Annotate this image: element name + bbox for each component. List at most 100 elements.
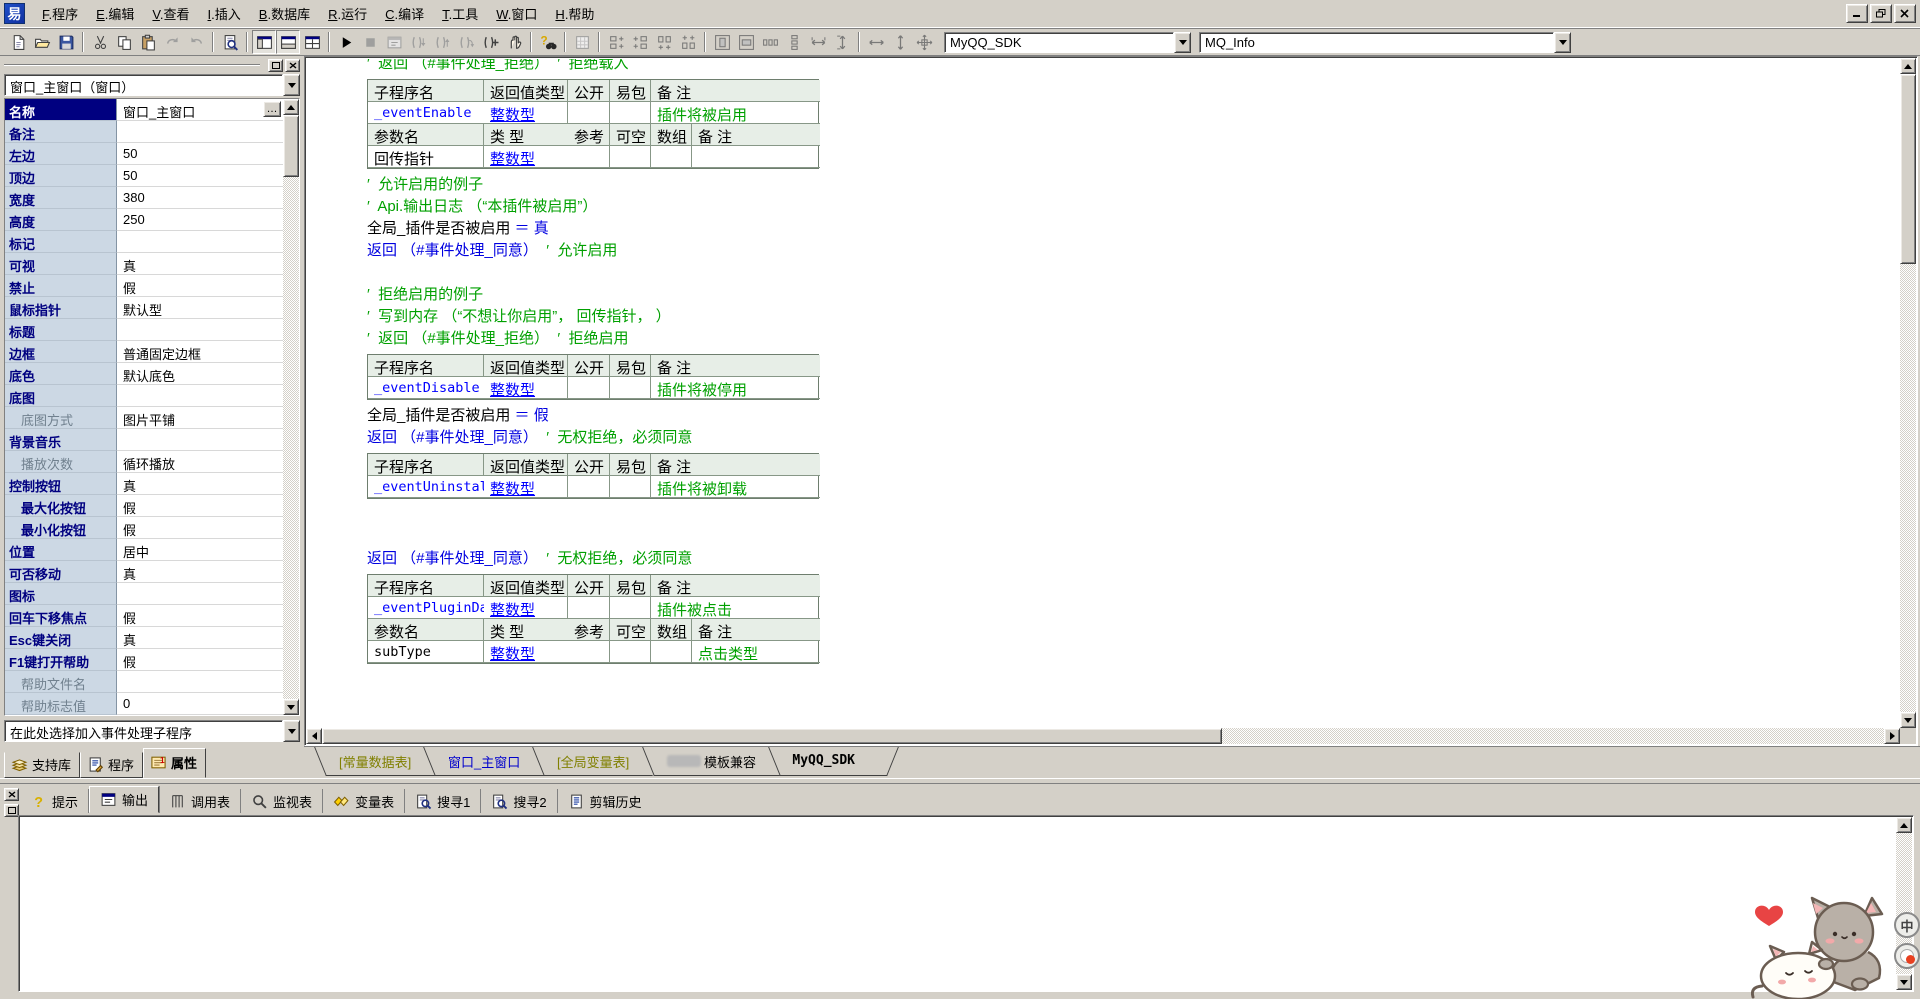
scroll-down-button[interactable]	[283, 699, 299, 715]
find-in-files-button[interactable]	[218, 30, 242, 54]
property-row-控制按钮[interactable]: 控制按钮真	[5, 473, 283, 495]
property-value[interactable]: 真	[117, 561, 283, 583]
tab-支持库[interactable]: 支持库	[4, 752, 80, 778]
module-combo-dropdown[interactable]	[1554, 32, 1571, 53]
scroll-left-button[interactable]	[306, 728, 322, 744]
bottom-tab-搜寻1[interactable]: 搜寻1	[405, 789, 481, 813]
property-row-回车下移焦点[interactable]: 回车下移焦点假	[5, 605, 283, 627]
ellipsis-button[interactable]: …	[263, 101, 281, 117]
open-file-button[interactable]	[30, 30, 54, 54]
property-row-宽度[interactable]: 宽度380	[5, 187, 283, 209]
bottom-tab-提示[interactable]: ?提示	[20, 789, 89, 813]
form-designer-button[interactable]	[570, 30, 594, 54]
scroll-down-button[interactable]	[1900, 712, 1916, 728]
panel-grip[interactable]	[2, 58, 302, 72]
public-cell[interactable]	[568, 102, 610, 124]
note-cell[interactable]: 插件被点击	[651, 597, 820, 619]
subroutine-name-cell[interactable]: _eventEnable	[368, 102, 484, 124]
align-right-edges-button[interactable]	[628, 30, 652, 54]
code-comment-line[interactable]: ′ Api.输出日志 （“本插件被启用”）	[367, 196, 1899, 218]
document-tab-MyQQ_SDK[interactable]: MyQQ_SDK	[768, 747, 879, 776]
support-library-combo[interactable]: MyQQ_SDK	[944, 32, 1191, 53]
debug-window-button[interactable]	[382, 30, 406, 54]
editor-vertical-scrollbar[interactable]	[1900, 58, 1916, 728]
property-value[interactable]: 居中	[117, 539, 283, 561]
property-value[interactable]	[117, 583, 283, 605]
property-row-高度[interactable]: 高度250	[5, 209, 283, 231]
align-bottoms-button[interactable]	[676, 30, 700, 54]
step-into-button[interactable]	[406, 30, 430, 54]
help-find-button[interactable]: ?	[536, 30, 560, 54]
menu-E.编辑[interactable]: E.编辑	[87, 0, 143, 27]
property-value[interactable]: 假	[117, 495, 283, 517]
undo-button[interactable]	[184, 30, 208, 54]
package-cell[interactable]	[610, 377, 651, 399]
type-link[interactable]: 整数型	[490, 602, 535, 619]
property-row-可否移动[interactable]: 可否移动真	[5, 561, 283, 583]
property-row-帮助标志值[interactable]: 帮助标志值0	[5, 693, 283, 715]
scroll-up-button[interactable]	[1900, 58, 1916, 74]
make-same-width-button[interactable]	[806, 30, 830, 54]
object-selector-dropdown[interactable]	[283, 74, 300, 96]
property-row-图标[interactable]: 图标	[5, 583, 283, 605]
run-button[interactable]	[334, 30, 358, 54]
property-row-最大化按钮[interactable]: 最大化按钮假	[5, 495, 283, 517]
note-cell[interactable]: 插件将被卸载	[651, 476, 820, 498]
redo-button[interactable]	[160, 30, 184, 54]
property-value[interactable]: 50	[117, 165, 283, 187]
property-value[interactable]: 380	[117, 187, 283, 209]
property-row-最小化按钮[interactable]: 最小化按钮假	[5, 517, 283, 539]
property-row-背景音乐[interactable]: 背景音乐	[5, 429, 283, 451]
type-link[interactable]: 整数型	[490, 481, 535, 498]
property-row-鼠标指针[interactable]: 鼠标指针默认型	[5, 297, 283, 319]
bottom-tab-调用表[interactable]: 调用表	[159, 789, 241, 813]
menu-B.数据库[interactable]: B.数据库	[250, 0, 319, 27]
subroutine-name-cell[interactable]: _eventPluginData	[368, 597, 484, 619]
save-file-button[interactable]	[54, 30, 78, 54]
menu-V.查看[interactable]: V.查看	[143, 0, 198, 27]
array-cell[interactable]	[651, 641, 692, 663]
property-value[interactable]	[117, 319, 283, 341]
property-value[interactable]: 默认底色	[117, 363, 283, 385]
menu-W.窗口[interactable]: W.窗口	[487, 0, 546, 27]
align-left-edges-button[interactable]	[604, 30, 628, 54]
property-row-左边[interactable]: 左边50	[5, 143, 283, 165]
step-over-button[interactable]	[454, 30, 478, 54]
center-horizontal-button[interactable]	[710, 30, 734, 54]
property-value[interactable]: 普通固定边框	[117, 341, 283, 363]
space-across-button[interactable]	[758, 30, 782, 54]
package-cell[interactable]	[610, 476, 651, 498]
code-line[interactable]: 返回 （#事件处理_同意） ′ 无权拒绝，必须同意	[367, 548, 1899, 570]
module-combo[interactable]: MQ_Info	[1199, 32, 1571, 53]
code-line[interactable]: 返回 （#事件处理_同意） ′ 允许启用	[367, 240, 1899, 262]
ime-language-button[interactable]: 中	[1894, 912, 1920, 938]
property-value[interactable]: 图片平铺	[117, 407, 283, 429]
event-selector[interactable]: 在此处选择加入事件处理子程序	[4, 720, 300, 742]
public-cell[interactable]	[568, 597, 610, 619]
property-row-可视[interactable]: 可视真	[5, 253, 283, 275]
document-tab-[常量数据表][interactable]: [常量数据表]	[314, 747, 435, 776]
property-value[interactable]: 假	[117, 605, 283, 627]
make-same-height-button[interactable]	[830, 30, 854, 54]
property-row-底图[interactable]: 底图	[5, 385, 283, 407]
support-library-combo-dropdown[interactable]	[1174, 32, 1191, 53]
stop-button[interactable]	[358, 30, 382, 54]
code-editor[interactable]: ′ 返回 （#事件处理_拒绝） ′ 拒绝载入子程序名返回值类型公开易包备 注_e…	[304, 56, 1918, 746]
subroutine-name-cell[interactable]: _eventUninstall	[368, 476, 484, 498]
bottom-panel-float-button[interactable]	[4, 804, 19, 817]
property-row-禁止[interactable]: 禁止假	[5, 275, 283, 297]
menu-T.工具[interactable]: T.工具	[433, 0, 487, 27]
property-value[interactable]: 真	[117, 627, 283, 649]
public-cell[interactable]	[568, 476, 610, 498]
property-row-帮助文件名[interactable]: 帮助文件名	[5, 671, 283, 693]
bottom-tab-输出[interactable]: 输出	[89, 786, 159, 813]
editor-horizontal-scrollbar[interactable]	[306, 728, 1900, 744]
panel-drag-handle[interactable]	[4, 64, 260, 66]
scroll-thumb[interactable]	[283, 115, 299, 177]
panel-float-button[interactable]	[268, 59, 283, 72]
output-area[interactable]	[18, 815, 1914, 992]
param-note-cell[interactable]	[692, 146, 820, 168]
optional-cell[interactable]	[610, 146, 651, 168]
bottom-panel-close-button[interactable]	[4, 788, 19, 801]
param-name-cell[interactable]: subType	[368, 641, 484, 663]
